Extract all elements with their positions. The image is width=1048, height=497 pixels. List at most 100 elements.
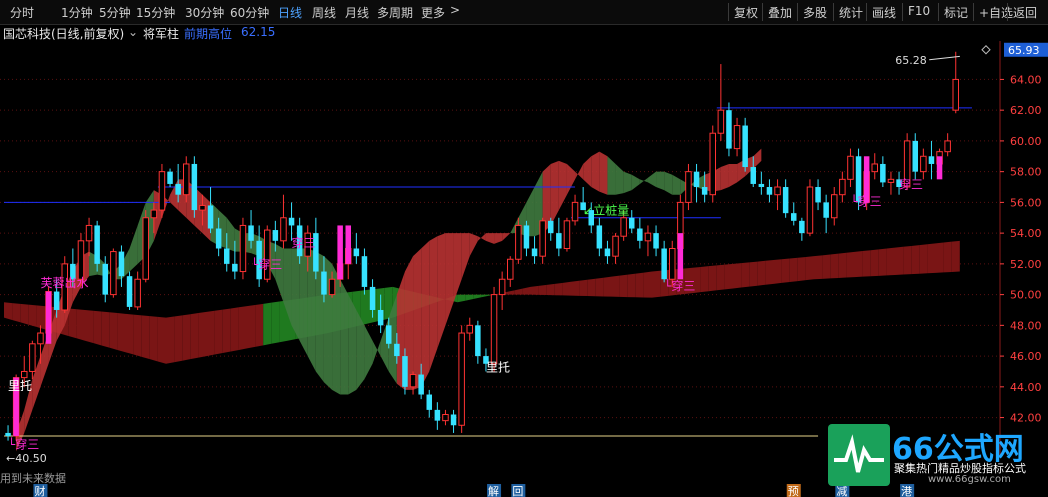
toolbar-button-0[interactable]: 复权 (734, 4, 758, 21)
long-band-segment (101, 311, 110, 348)
candle-body (515, 224, 522, 260)
period-tab-5[interactable]: 60分钟 (230, 4, 269, 21)
period-tab-4[interactable]: 30分钟 (185, 4, 224, 21)
long-band-segment (68, 308, 77, 339)
period-tab-7[interactable]: 周线 (312, 4, 336, 21)
candle-body (239, 224, 247, 273)
long-band-segment (587, 278, 596, 297)
period-tab-3[interactable]: 15分钟 (136, 4, 175, 21)
toolbar-button-1[interactable]: 叠加 (768, 4, 792, 21)
band-segment (639, 177, 648, 184)
period-tab-10[interactable]: 更多 (421, 4, 445, 21)
toolbar-button-6[interactable]: 标记 (944, 4, 968, 21)
band-segment (291, 248, 300, 341)
candle-body (928, 156, 935, 164)
candle-body (733, 125, 741, 150)
diamond-icon (981, 45, 991, 55)
band-segment (631, 174, 640, 191)
period-tab-2[interactable]: 5分钟 (99, 4, 131, 21)
current-price-label: 65.93 (1008, 44, 1040, 57)
long-band-segment (522, 286, 531, 295)
y-tick-label: 46.00 (1010, 350, 1042, 363)
indicator-label: 前期高位 (184, 27, 233, 41)
candle-body (150, 209, 158, 219)
indicator-name[interactable]: 将军柱 (143, 25, 179, 42)
signal-annotation: 里托 (8, 379, 32, 393)
period-tab-9[interactable]: 多周期 (377, 4, 413, 21)
long-band-segment (611, 275, 620, 297)
candle-body (102, 263, 108, 295)
long-band-segment (206, 310, 215, 357)
toolbar-separator (938, 3, 939, 21)
signal-annotation: 芙蓉出水 (40, 276, 88, 290)
toolbar-button-5[interactable]: F10 (908, 4, 930, 18)
band-segment (566, 163, 576, 195)
candle-body (232, 263, 238, 272)
period-tab-6[interactable]: 日线 (278, 4, 302, 21)
long-band-segment (271, 301, 280, 344)
long-band-segment (716, 264, 725, 291)
y-tick-label: 52.00 (1010, 258, 1042, 271)
candle-body (799, 220, 805, 234)
long-band-segment (238, 306, 247, 350)
magenta-signal-bar (45, 291, 52, 344)
more-chevron-icon[interactable]: > (450, 3, 460, 17)
long-band-segment (927, 243, 936, 274)
candle-body (466, 324, 473, 334)
long-band-segment (93, 310, 102, 346)
event-marker-label: 预 (788, 485, 799, 497)
candle-body (596, 225, 603, 249)
candle-body (644, 232, 652, 242)
y-tick-label: 54.00 (1010, 227, 1042, 240)
watermark-logo-icon (828, 424, 890, 486)
candle-body (523, 225, 530, 249)
band-segment (429, 236, 438, 372)
toolbar-separator (1007, 3, 1008, 21)
long-band-segment (514, 288, 523, 295)
candle-body (791, 213, 797, 221)
candle-body (215, 228, 222, 249)
indicator-value: 62.15 (241, 25, 276, 39)
toolbar-button-3[interactable]: 统计 (839, 4, 863, 21)
long-band-segment (846, 251, 855, 278)
long-band-segment (886, 247, 895, 276)
y-tick-label: 50.00 (1010, 289, 1042, 302)
long-band-segment (481, 294, 490, 298)
band-segment (664, 171, 673, 195)
candle-body (571, 201, 579, 222)
toolbar-button-2[interactable]: 多股 (803, 4, 827, 21)
candle-body (726, 110, 732, 149)
event-marker-label: 财 (34, 484, 45, 497)
candle-body (653, 233, 659, 249)
toolbar-separator (866, 3, 867, 21)
long-band-segment (765, 260, 774, 285)
band-segment (591, 151, 600, 192)
long-band-segment (643, 271, 652, 298)
long-band-segment (125, 313, 134, 355)
y-tick-label: 62.00 (1010, 104, 1042, 117)
watermark: 66公式网 聚集热门精品炒股指标公式 www.66gsw.com (828, 424, 1046, 486)
long-band-segment (473, 294, 482, 299)
candle-body (475, 325, 481, 357)
candle-body (742, 125, 748, 168)
long-band-segment (85, 309, 94, 344)
long-band-segment (773, 259, 782, 284)
candle-body (442, 414, 449, 422)
band-segment (372, 340, 381, 364)
dropdown-icon[interactable]: ⌄ (128, 25, 138, 39)
candle-body (426, 394, 432, 410)
candle-body (847, 155, 854, 180)
low-label: ←40.50 (6, 452, 47, 465)
y-tick-label: 60.00 (1010, 135, 1042, 148)
toolbar-button-4[interactable]: 画线 (872, 4, 896, 21)
period-tab-0[interactable]: 分时 (10, 4, 34, 21)
period-tab-1[interactable]: 1分钟 (61, 4, 93, 21)
long-band-segment (838, 252, 847, 278)
toolbar-button-8[interactable]: 返回 (1013, 4, 1037, 21)
period-tab-8[interactable]: 月线 (345, 4, 369, 21)
candle-body (774, 186, 781, 196)
y-tick-label: 44.00 (1010, 381, 1042, 394)
candle-body (361, 256, 368, 287)
signal-annotation: └穿三 (8, 436, 39, 451)
long-band-segment (157, 316, 166, 364)
